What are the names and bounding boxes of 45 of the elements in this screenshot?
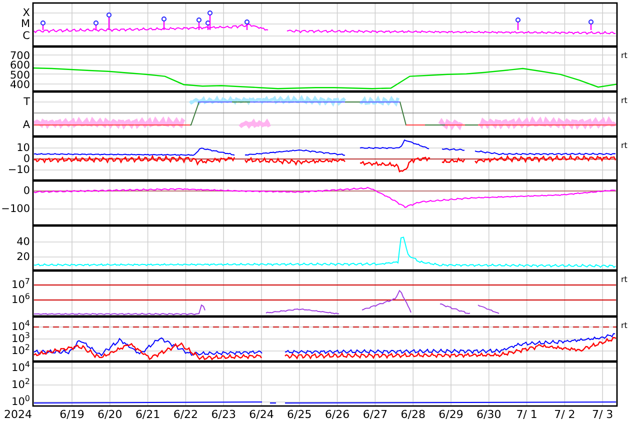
flare-marker <box>516 18 520 30</box>
axis-tick-label: −100 <box>1 205 30 213</box>
axis-tick-label: 500 <box>10 69 30 82</box>
date-label: 6/23 <box>210 408 237 422</box>
side-label: rt <box>621 96 628 106</box>
axis-tick-label: 0 <box>23 187 30 195</box>
side-label: rt <box>621 275 628 285</box>
axis-tick-label: 40 <box>16 238 30 246</box>
flare-marker <box>40 20 46 30</box>
date-label: 7/ 2 <box>553 408 576 422</box>
axis-tick-label: M <box>20 20 30 28</box>
date-label: 6/24 <box>248 408 275 422</box>
side-label: rt <box>621 51 628 61</box>
date-label: 6/25 <box>286 408 313 422</box>
axis-tick-label: 600 <box>10 60 30 72</box>
date-label: 6/20 <box>96 408 124 422</box>
axis-tick-label: 20 <box>16 253 30 261</box>
axis-tick-label: 400 <box>10 79 30 92</box>
year-label: 2024 <box>4 408 32 422</box>
axis-tick-label: A <box>22 121 30 129</box>
flare-marker <box>196 18 202 30</box>
axis-tick-label: T <box>24 98 30 106</box>
date-label: 7/ 1 <box>515 408 538 422</box>
axis-tick-label: 700 <box>10 50 30 62</box>
axis-tick-label: X <box>22 9 30 17</box>
side-label: rt <box>621 321 628 331</box>
date-label: 6/22 <box>172 408 200 422</box>
date-label: 6/29 <box>438 408 464 422</box>
flare-marker <box>106 12 112 30</box>
axis-tick-label: C <box>22 32 30 40</box>
flare-marker <box>94 20 98 30</box>
axis-tick-label: 10 <box>16 144 30 152</box>
flare-marker <box>244 20 250 30</box>
date-label: 6/28 <box>400 408 426 422</box>
flare-marker <box>588 20 594 30</box>
axis-tick-label: 0 <box>23 155 30 163</box>
date-label: 6/26 <box>324 408 351 422</box>
flare-marker <box>162 16 166 30</box>
date-label: 6/21 <box>134 408 162 422</box>
date-label: 6/27 <box>362 408 389 422</box>
date-label: 6/19 <box>58 408 86 422</box>
date-label: 6/30 <box>476 408 502 422</box>
axis-tick-label: −10 <box>8 166 30 174</box>
date-label: 7/ 3 <box>590 408 614 422</box>
side-label: rt <box>621 141 628 151</box>
